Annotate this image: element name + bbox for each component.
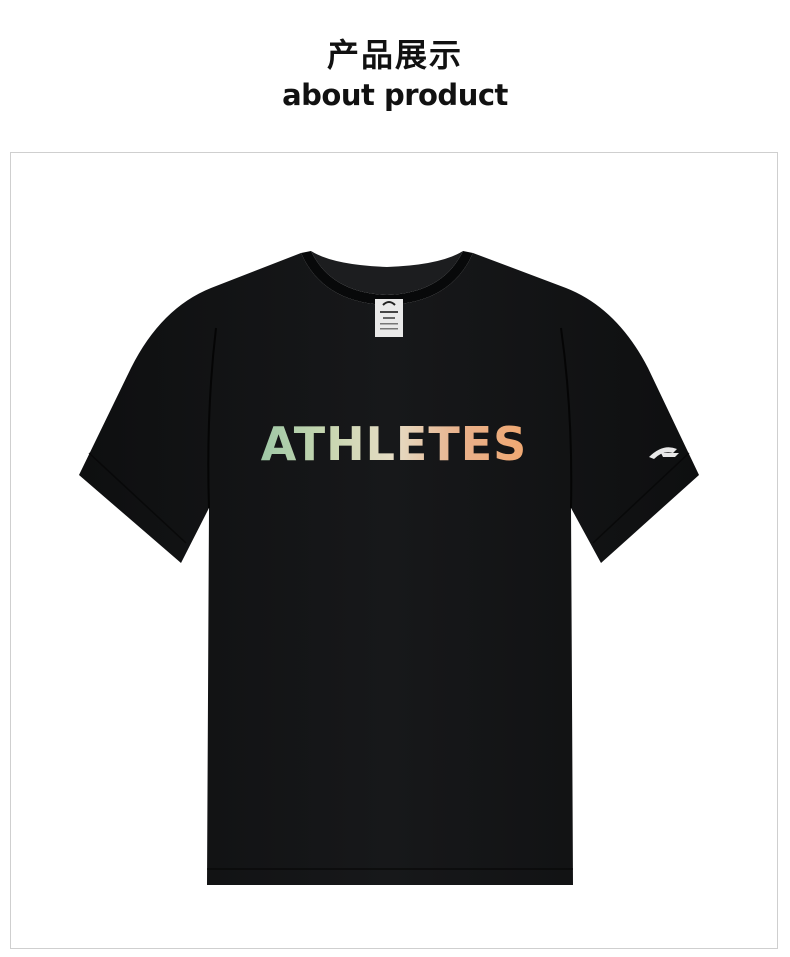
product-photo-frame: ATHLETES bbox=[10, 152, 778, 949]
svg-text:ATHLETES: ATHLETES bbox=[261, 417, 528, 471]
neck-label bbox=[375, 299, 403, 337]
section-title-chinese: 产品展示 bbox=[326, 36, 463, 74]
section-header: 产品展示 about product bbox=[0, 0, 790, 150]
chest-print-athletes: ATHLETES bbox=[261, 417, 528, 471]
tshirt bbox=[79, 251, 699, 885]
section-title-english: about product bbox=[282, 78, 508, 112]
product-photo-tshirt: ATHLETES bbox=[79, 251, 699, 885]
